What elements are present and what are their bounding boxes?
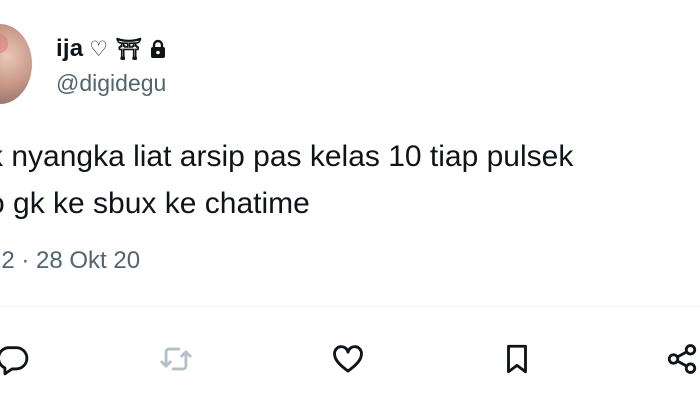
retweet-button[interactable] [156, 339, 196, 379]
user-handle[interactable]: @digidegu [56, 70, 166, 97]
tweet-text-line-2: o gk ke sbux ke chatime [0, 187, 310, 220]
name-emoji-glyphs: ♡ ⛩ [89, 36, 143, 61]
retweet-icon [160, 347, 192, 371]
share-button[interactable] [662, 339, 700, 379]
divider [0, 306, 700, 307]
bookmark-button[interactable] [497, 339, 537, 379]
tweet-text: k nyangka liat arsip pas kelas 10 tiap p… [0, 133, 700, 227]
avatar[interactable] [0, 24, 32, 104]
share-icon [667, 344, 697, 374]
reply-icon [0, 346, 29, 376]
reply-button[interactable] [0, 339, 32, 379]
tweet-timestamp[interactable]: 12 · 28 Okt 20 [0, 247, 140, 275]
tweet-text-line-1: k nyangka liat arsip pas kelas 10 tiap p… [0, 140, 574, 173]
bookmark-icon [507, 344, 527, 374]
display-name[interactable]: ija [56, 35, 83, 63]
like-button[interactable] [328, 339, 368, 379]
lock-icon [150, 39, 166, 59]
user-name-row: ija ♡ ⛩ [56, 34, 166, 64]
heart-icon [333, 345, 363, 373]
